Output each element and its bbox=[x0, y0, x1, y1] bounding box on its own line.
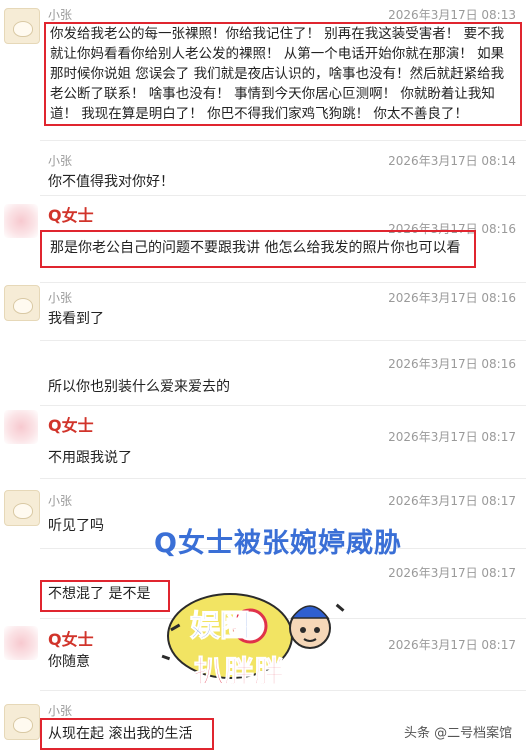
avatar[interactable] bbox=[4, 490, 40, 526]
timestamp: 2026年3月17日 08:13 bbox=[388, 8, 516, 22]
divider bbox=[40, 340, 526, 341]
avatar[interactable] bbox=[4, 8, 40, 44]
timestamp: 2026年3月17日 08:17 bbox=[388, 494, 516, 508]
avatar[interactable] bbox=[4, 204, 38, 238]
message-text: 所以你也别装什么爱来爱去的 bbox=[48, 379, 230, 395]
logo-bottom-text: 扒胖胖 bbox=[194, 655, 284, 690]
timestamp: 2026年3月17日 08:16 bbox=[388, 357, 516, 371]
timestamp: 2026年3月17日 08:16 bbox=[388, 291, 516, 305]
avatar[interactable] bbox=[4, 704, 40, 740]
logo-top-text: 娱圈 bbox=[190, 609, 250, 644]
logo: 娱圈 扒胖胖 bbox=[160, 586, 350, 696]
sender-name: Q女士 bbox=[48, 206, 94, 225]
avatar[interactable] bbox=[4, 410, 38, 444]
avatar[interactable] bbox=[4, 626, 38, 660]
timestamp: 2026年3月17日 08:17 bbox=[388, 430, 516, 444]
sender-name: Q女士 bbox=[48, 416, 94, 435]
sender-name: 小张 bbox=[48, 494, 73, 508]
divider bbox=[40, 282, 526, 283]
highlight-box bbox=[40, 718, 214, 750]
divider bbox=[40, 195, 526, 196]
timestamp: 2026年3月17日 08:17 bbox=[388, 638, 516, 652]
divider bbox=[40, 405, 526, 406]
message-text: 你不值得我对你好！ bbox=[48, 174, 174, 190]
message-text: 不用跟我说了 bbox=[48, 450, 132, 466]
sender-name: 小张 bbox=[48, 8, 73, 22]
divider bbox=[40, 140, 526, 141]
highlight-box bbox=[40, 230, 476, 268]
highlight-box bbox=[44, 22, 522, 126]
message-text: 我看到了 bbox=[48, 311, 104, 327]
highlight-box bbox=[40, 580, 170, 612]
sender-name: 小张 bbox=[48, 154, 73, 168]
avatar[interactable] bbox=[4, 285, 40, 321]
timestamp: 2026年3月17日 08:17 bbox=[388, 566, 516, 580]
footer-watermark: 头条 @二号档案馆 bbox=[404, 726, 513, 741]
timestamp: 2026年3月17日 08:14 bbox=[388, 154, 516, 168]
logo-graphic: 娱圈 扒胖胖 bbox=[161, 593, 345, 691]
sender-name: 小张 bbox=[48, 704, 73, 718]
sender-name: Q女士 bbox=[48, 630, 94, 649]
divider bbox=[40, 478, 526, 479]
sender-name: 小张 bbox=[48, 291, 73, 305]
overlay-caption: Q女士被张婉婷威胁 bbox=[154, 528, 402, 559]
